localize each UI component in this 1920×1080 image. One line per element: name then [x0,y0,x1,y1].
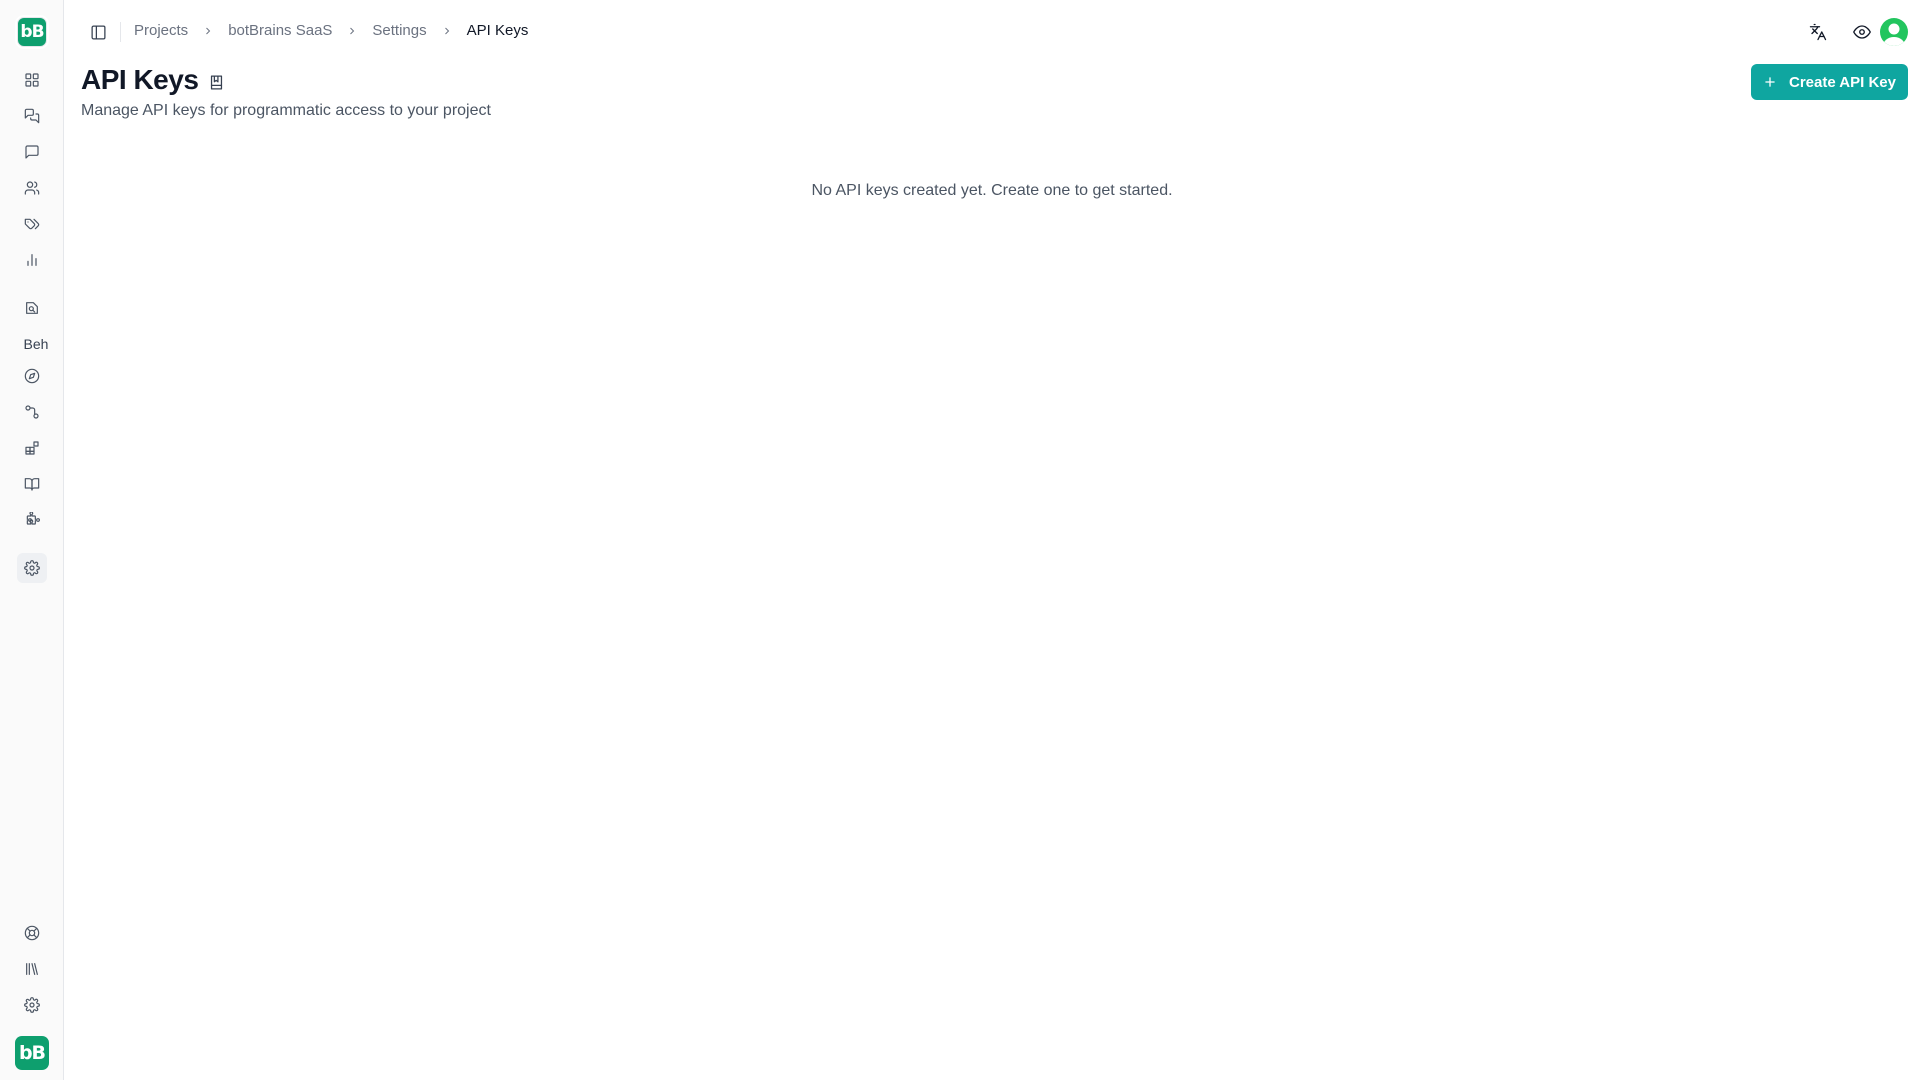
workspace-logo-text: bB [18,1042,46,1064]
sidebar-item-gear[interactable] [20,993,44,1017]
user-icon [1883,23,1905,46]
chat-icon [25,145,39,159]
breadcrumb-current: API Keys [466,22,529,39]
docs-icon [24,478,40,491]
sidebar-section-label: Beh [23,336,49,352]
divider [120,22,121,42]
sidebar: bB Beh bB [0,0,64,1080]
create-api-key-label: Create API Key [1789,73,1896,91]
gear-icon [24,997,40,1013]
user-avatar[interactable] [1880,18,1908,46]
page-subtitle: Manage API keys for programmatic access … [81,102,491,119]
book-icon [210,74,222,90]
explore-icon [24,368,40,384]
breadcrumb-project[interactable]: botBrains SaaS [228,22,332,39]
sidebar-toggle-button[interactable] [86,20,110,44]
breadcrumb-settings[interactable]: Settings [372,22,426,39]
eye-icon [1853,25,1871,39]
main-content: API Keys Manage API keys for programmati… [64,64,1920,1080]
app-logo[interactable]: bB [17,17,47,47]
chevron-right-icon [441,25,453,37]
conversations-icon [24,108,40,124]
sidebar-item-library[interactable] [20,957,44,981]
sidebar-item-explore[interactable] [20,364,44,388]
tags-icon [24,218,40,230]
sidebar-item-docs[interactable] [20,472,44,496]
sidebar-item-integrations[interactable] [20,436,44,460]
sidebar-item-plugins[interactable] [20,508,44,532]
settings-icon [24,560,40,576]
docs-link-button[interactable] [206,72,226,92]
translate-button[interactable] [1806,20,1830,44]
help-icon [24,925,40,941]
chevron-right-icon [346,25,358,37]
sidebar-item-dashboard[interactable] [20,68,44,92]
workspace-avatar[interactable]: bB [15,1036,49,1070]
sidebar-panel-icon [90,24,106,40]
knowledge-icon [26,302,38,314]
logo-text: bB [20,22,44,42]
sidebar-item-conversations[interactable] [20,104,44,128]
chevron-right-icon [202,25,214,37]
sidebar-item-settings[interactable] [17,553,47,583]
users-icon [24,181,40,195]
page-title: API Keys [81,64,199,95]
empty-state-message: No API keys created yet. Create one to g… [811,182,1173,199]
sidebar-item-users[interactable] [20,176,44,200]
workflow-icon [25,405,39,419]
sidebar-item-help[interactable] [20,921,44,945]
dashboard-icon [25,73,39,87]
plus-icon [1765,77,1775,87]
integrations-icon [25,441,39,455]
sidebar-item-tags[interactable] [20,212,44,236]
sidebar-item-analytics[interactable] [20,248,44,272]
sidebar-item-workflow[interactable] [20,400,44,424]
breadcrumb-projects[interactable]: Projects [134,22,188,39]
breadcrumb: Projects botBrains SaaS Settings API Key… [134,22,528,39]
plugins-icon [26,512,40,525]
sidebar-item-knowledge[interactable] [20,296,44,320]
preview-button[interactable] [1850,20,1874,44]
sidebar-item-chat[interactable] [20,140,44,164]
translate-icon [1809,23,1827,41]
library-icon [26,963,38,975]
top-bar: Projects botBrains SaaS Settings API Key… [64,0,1920,64]
analytics-icon [27,254,37,266]
create-api-key-button[interactable]: Create API Key [1751,64,1908,100]
